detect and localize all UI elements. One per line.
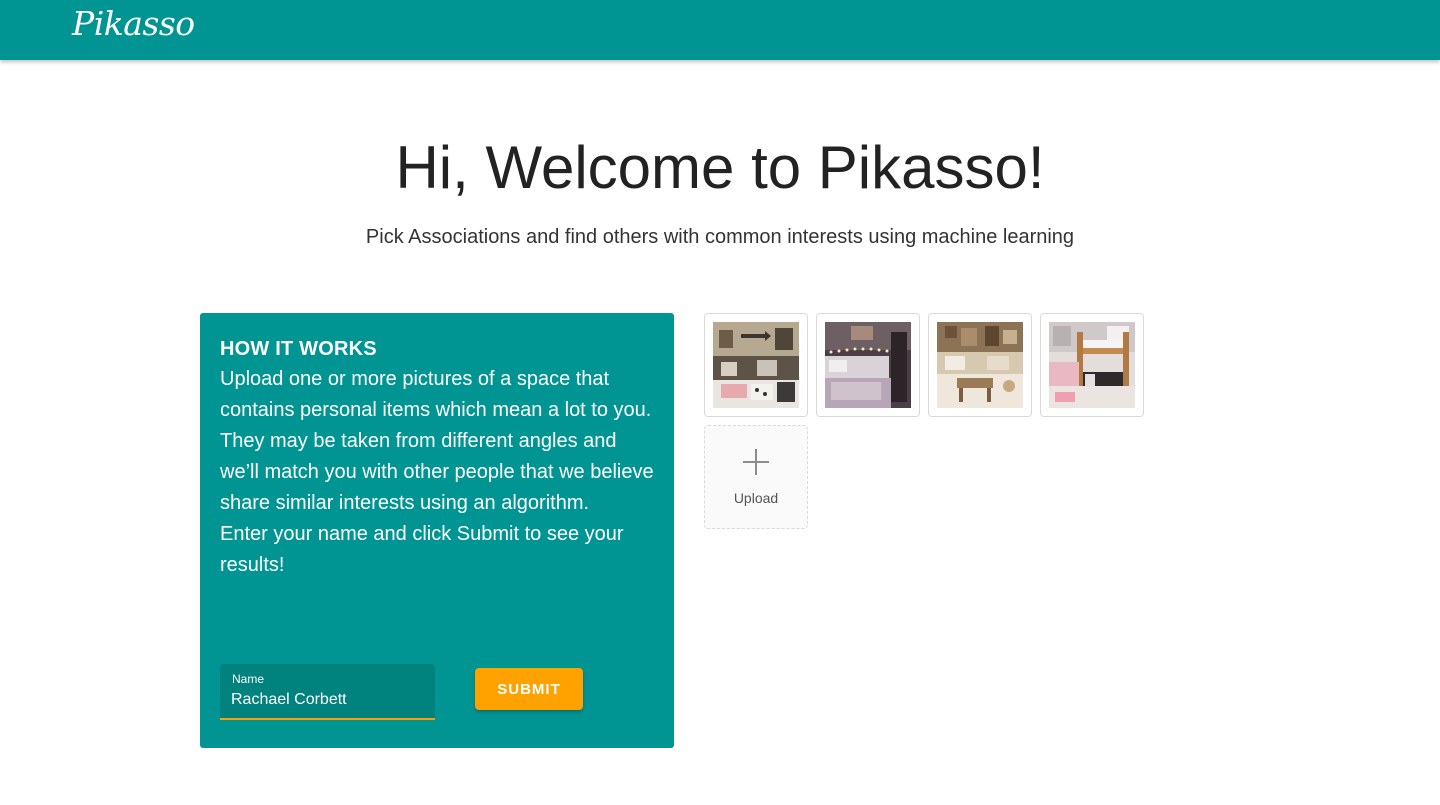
name-field[interactable]: Name — [220, 664, 435, 720]
uploaded-photo-3[interactable] — [928, 313, 1032, 417]
upload-label: Upload — [733, 490, 779, 506]
pikasso-logo[interactable]: Pikasso — [72, 4, 195, 44]
page-title: Hi, Welcome to Pikasso! — [395, 134, 1045, 201]
room-photo-4-icon — [1049, 322, 1135, 408]
uploaded-photo-1[interactable] — [704, 313, 808, 417]
room-photo-1-icon — [713, 322, 799, 408]
submit-button[interactable]: SUBMIT — [475, 668, 583, 710]
how-it-works-text: Upload one or more pictures of a space t… — [220, 364, 660, 581]
page-subtitle: Pick Associations and find others with c… — [365, 226, 1075, 248]
uploaded-photo-4[interactable] — [1040, 313, 1144, 417]
how-it-works-heading: HOW IT WORKS — [220, 338, 377, 360]
uploaded-photo-2[interactable] — [816, 313, 920, 417]
submit-instructions-paragraph: Enter your name and click Submit to see … — [220, 523, 624, 576]
name-input[interactable] — [231, 688, 426, 712]
how-it-works-card: HOW IT WORKS Upload one or more pictures… — [200, 313, 674, 748]
upload-button[interactable]: Upload — [704, 425, 808, 529]
instructions-paragraph: Upload one or more pictures of a space t… — [220, 368, 654, 514]
room-photo-2-icon — [825, 322, 911, 408]
room-photo-3-icon — [937, 322, 1023, 408]
name-field-label: Name — [232, 672, 265, 686]
app-bar: Pikasso — [0, 0, 1440, 60]
plus-icon — [705, 442, 807, 476]
